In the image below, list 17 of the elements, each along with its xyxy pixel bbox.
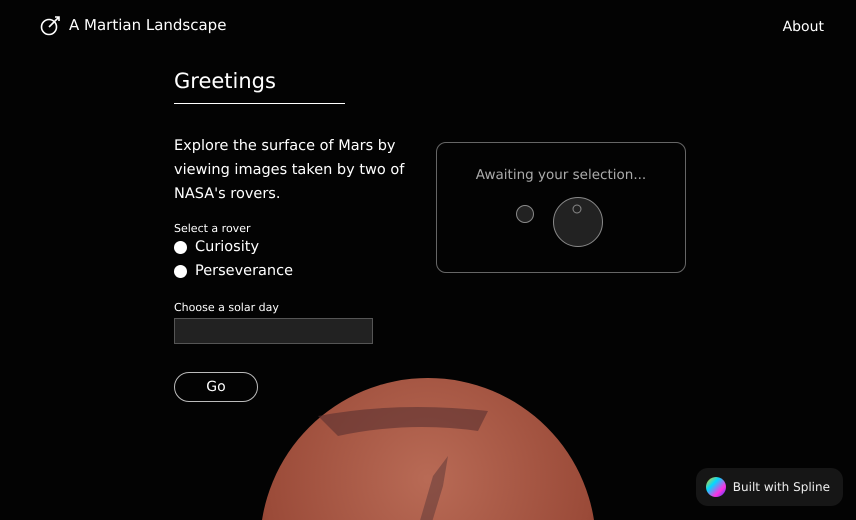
solar-day-field[interactable] xyxy=(174,318,373,344)
go-button[interactable]: Go xyxy=(174,372,258,402)
badge-label: Built with Spline xyxy=(732,480,830,494)
nav-link[interactable]: About xyxy=(782,18,824,34)
status-message: Awaiting your selection... xyxy=(476,167,646,183)
rover-option[interactable]: Curiosity xyxy=(174,235,374,259)
planet-logo-icon xyxy=(40,14,62,36)
radio-icon[interactable] xyxy=(174,240,187,254)
spline-badge[interactable]: Built with Spline xyxy=(696,468,843,506)
solar-day-label: Choose a solar day xyxy=(174,301,280,314)
site-title: A Martian Landscape xyxy=(69,16,226,34)
radio-icon[interactable] xyxy=(174,264,187,278)
rover-option[interactable]: Perseverance xyxy=(174,259,374,283)
intro-text: Explore the surface of Mars by viewing images taken by two of NASA's rovers. xyxy=(174,137,406,204)
gradient-orb-icon xyxy=(706,477,726,497)
rover-label: Select a rover xyxy=(174,222,252,235)
page-heading: Greetings xyxy=(174,69,345,104)
